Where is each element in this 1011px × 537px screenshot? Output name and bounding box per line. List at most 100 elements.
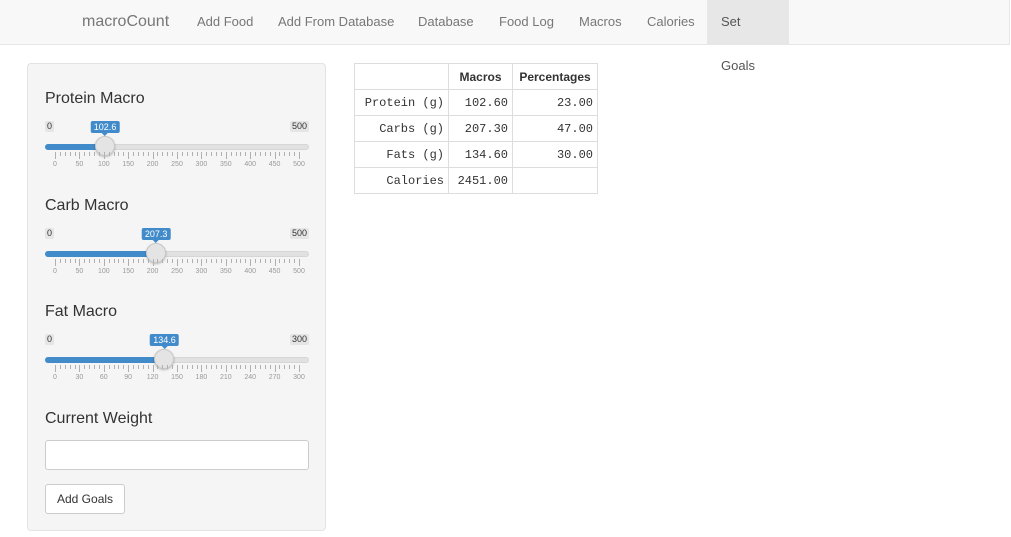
slider-minor-tick xyxy=(108,365,110,369)
slider-minor-tick xyxy=(69,365,71,369)
slider-minor-tick xyxy=(162,365,164,369)
carb-macro-slider[interactable]: 0 500 207.3 0 50 100 150 200 250 300 350 400 450 5… xyxy=(45,228,309,278)
slider-major-tick xyxy=(177,152,178,159)
slider-minor-tick xyxy=(157,365,159,369)
nav-macros[interactable]: Macros xyxy=(565,0,636,44)
table-row: Carbs (g) 207.30 47.00 xyxy=(354,115,598,142)
slider-minor-tick xyxy=(216,152,218,156)
slider-minor-tick xyxy=(84,259,86,263)
slider-minor-tick xyxy=(284,152,286,156)
table-header: Percentages xyxy=(512,63,598,90)
slider-major-tick xyxy=(152,259,154,266)
slider-minor-tick xyxy=(142,365,144,369)
slider-tick-label: 210 xyxy=(219,374,232,381)
slider-minor-tick xyxy=(235,152,237,156)
slider-minor-tick xyxy=(255,152,257,156)
table-header: Macros xyxy=(448,63,513,90)
slider-value-badge: 134.6 xyxy=(150,334,179,349)
slider-minor-tick xyxy=(64,365,66,369)
slider-minor-tick xyxy=(98,152,100,156)
slider-minor-tick xyxy=(94,152,96,156)
slider-tick-label: 400 xyxy=(244,161,257,168)
slider-minor-tick xyxy=(123,259,125,263)
slider-minor-tick xyxy=(264,365,266,369)
slider-major-tick xyxy=(152,365,154,372)
slider-minor-tick xyxy=(123,152,125,156)
slider-minor-tick xyxy=(264,152,266,156)
slider-major-tick xyxy=(177,259,178,266)
slider-major-tick xyxy=(55,152,56,159)
slider-minor-tick xyxy=(147,365,149,369)
nav-food-log[interactable]: Food Log xyxy=(485,0,568,44)
slider-minor-tick xyxy=(289,365,291,369)
slider-tick-label: 300 xyxy=(195,268,208,275)
fat-macro-slider[interactable]: 0 300 134.6 0 30 60 90 120 150 180 210 240 270 300 xyxy=(45,334,309,384)
nav-database[interactable]: Database xyxy=(404,0,488,44)
slider-major-tick xyxy=(55,259,56,266)
slider-minor-tick xyxy=(89,259,91,263)
slider-minor-tick xyxy=(142,259,144,263)
slider-tick-label: 350 xyxy=(219,161,232,168)
goals-sidebar: Protein Macro 0 500 102.6 0 50 100 150 200 25… xyxy=(27,63,326,531)
slider-tick-label: 90 xyxy=(124,374,133,381)
slider-major-tick xyxy=(250,365,252,372)
slider-minor-tick xyxy=(294,365,296,369)
slider-tick-label: 150 xyxy=(122,268,135,275)
table-cell: Protein (g) xyxy=(354,89,449,116)
slider-minor-tick xyxy=(118,259,120,263)
slider-minor-tick xyxy=(157,259,159,263)
slider-minor-tick xyxy=(216,365,218,369)
slider-minor-tick xyxy=(240,365,242,369)
slider-minor-tick xyxy=(98,365,100,369)
slider-minor-tick xyxy=(147,152,149,156)
brand-link[interactable]: macroCount xyxy=(82,13,169,31)
slider-minor-tick xyxy=(172,365,174,369)
protein-macro-slider[interactable]: 0 500 102.6 0 50 100 150 200 250 300 350 400 450 5… xyxy=(45,121,309,171)
table-cell: 30.00 xyxy=(512,141,598,168)
slider-minor-tick xyxy=(113,259,115,263)
slider-tick-label: 100 xyxy=(97,268,110,275)
slider-minor-tick xyxy=(245,152,247,156)
slider-minor-tick xyxy=(89,365,91,369)
slider-minor-tick xyxy=(162,152,164,156)
slider-minor-tick xyxy=(89,152,91,156)
slider-tick-label: 500 xyxy=(293,268,305,275)
slider-fill xyxy=(45,251,157,257)
current-weight-input[interactable] xyxy=(45,440,309,470)
slider-tick-label: 400 xyxy=(244,268,257,275)
slider-minor-tick xyxy=(191,152,193,156)
slider-minor-tick xyxy=(211,152,213,156)
slider-fill xyxy=(45,357,165,363)
slider-minor-tick xyxy=(181,365,183,369)
slider-major-tick xyxy=(128,259,130,266)
slider-minor-tick xyxy=(167,259,169,263)
slider-tick-label: 500 xyxy=(293,161,305,168)
slider-minor-tick xyxy=(59,152,61,156)
add-goals-button[interactable]: Add Goals xyxy=(45,484,126,514)
slider-minor-tick xyxy=(255,259,257,263)
nav-set-goals[interactable]: Set Goals xyxy=(707,0,789,73)
table-cell: 207.30 xyxy=(448,115,513,142)
slider-major-tick xyxy=(79,365,81,372)
slider-tick-label: 250 xyxy=(171,268,183,275)
table-cell: 102.60 xyxy=(448,89,513,116)
slider-major-tick xyxy=(103,152,105,159)
nav-add-food[interactable]: Add Food xyxy=(183,0,267,44)
slider-minor-tick xyxy=(259,259,261,263)
slider-minor-tick xyxy=(235,365,237,369)
nav-add-from-database[interactable]: Add From Database xyxy=(264,0,408,44)
slider-major-tick xyxy=(103,259,105,266)
slider-minor-tick xyxy=(240,152,242,156)
nav-calories[interactable]: Calories xyxy=(633,0,709,44)
slider-minor-tick xyxy=(216,259,218,263)
slider-minor-tick xyxy=(206,365,208,369)
slider-minor-tick xyxy=(181,259,183,263)
slider-value-badge: 102.6 xyxy=(90,121,120,136)
slider-tick-label: 0 xyxy=(53,374,57,381)
table-row: Calories 2451.00 xyxy=(354,167,598,194)
slider-minor-tick xyxy=(84,152,86,156)
slider-major-tick xyxy=(103,365,105,372)
slider-minor-tick xyxy=(289,259,291,263)
slider-minor-tick xyxy=(98,259,100,263)
slider-minor-tick xyxy=(206,152,208,156)
